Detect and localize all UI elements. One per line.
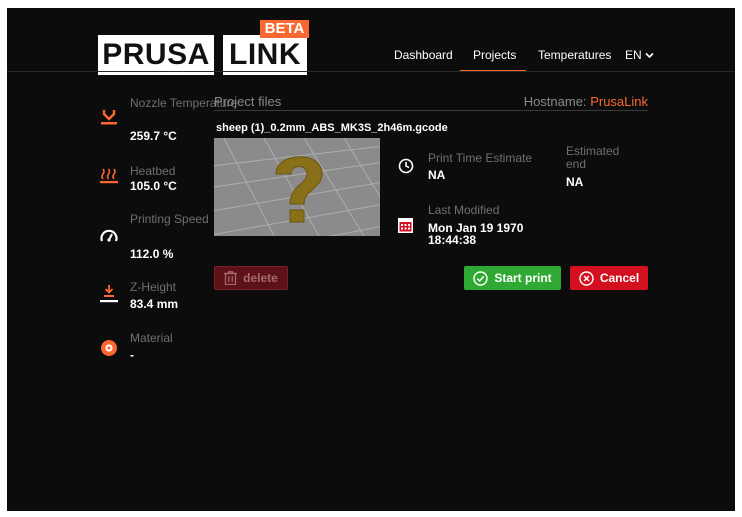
print-time-value: NA <box>428 168 446 182</box>
nav-projects[interactable]: Projects <box>473 48 516 62</box>
hostname-label: Hostname: <box>523 94 587 109</box>
estimated-end-value: NA <box>566 175 584 189</box>
delete-button[interactable]: delete <box>214 266 288 290</box>
calendar-icon <box>398 218 413 233</box>
logo-link: LINK <box>223 35 307 75</box>
hostname-value: PrusaLink <box>590 94 648 109</box>
logo-prusa: PRUSA <box>98 35 214 75</box>
last-modified-time: 18:44:38 <box>428 233 477 247</box>
printing-speed-value: 112.0 % <box>130 247 174 261</box>
nav-temperatures[interactable]: Temperatures <box>538 48 611 62</box>
filament-spool-icon <box>101 340 117 356</box>
nozzle-icon <box>101 110 117 125</box>
close-circle-icon <box>579 270 594 286</box>
nav-dashboard[interactable]: Dashboard <box>394 48 453 62</box>
z-height-label: Z-Height <box>130 280 177 294</box>
file-name: sheep (1)_0.2mm_ABS_MK3S_2h46m.gcode <box>216 122 448 134</box>
z-height-icon <box>100 285 118 303</box>
printing-speed-label: Printing Speed <box>130 212 209 226</box>
cancel-label: Cancel <box>599 271 640 285</box>
heatbed-label: Heatbed <box>130 164 176 178</box>
trash-icon <box>224 271 238 285</box>
z-height-value: 83.4 mm <box>130 297 179 311</box>
delete-button-label: delete <box>243 271 278 285</box>
estimated-end-label: Estimated end <box>566 144 620 171</box>
clock-icon <box>398 158 414 174</box>
beta-badge: BETA <box>260 20 309 38</box>
thumbnail-placeholder-image <box>214 138 380 236</box>
language-selector[interactable]: EN <box>625 48 654 62</box>
start-print-label: Start print <box>494 271 552 285</box>
hostname: Hostname: PrusaLink <box>524 94 648 109</box>
speedometer-icon <box>100 229 118 242</box>
app-frame: PRUSA LINK BETA Dashboard Projects Tempe… <box>7 8 735 511</box>
heatbed-value: 105.0 °C <box>130 179 177 193</box>
file-thumbnail <box>214 138 380 236</box>
cancel-button[interactable]: Cancel <box>570 266 648 290</box>
check-circle-icon <box>473 270 489 286</box>
header-divider <box>7 71 735 72</box>
main-divider <box>214 110 648 111</box>
material-label: Material <box>130 331 173 345</box>
chevron-down-icon <box>645 52 654 58</box>
heatbed-icon <box>100 168 118 184</box>
language-label: EN <box>625 48 642 62</box>
print-time-label: Print Time Estimate <box>428 151 533 165</box>
material-value: - <box>130 348 134 362</box>
page-title: Project files <box>214 94 282 109</box>
last-modified-label: Last Modified <box>428 203 500 217</box>
nozzle-temp-value: 259.7 °C <box>130 129 177 143</box>
start-print-button[interactable]: Start print <box>464 266 561 290</box>
